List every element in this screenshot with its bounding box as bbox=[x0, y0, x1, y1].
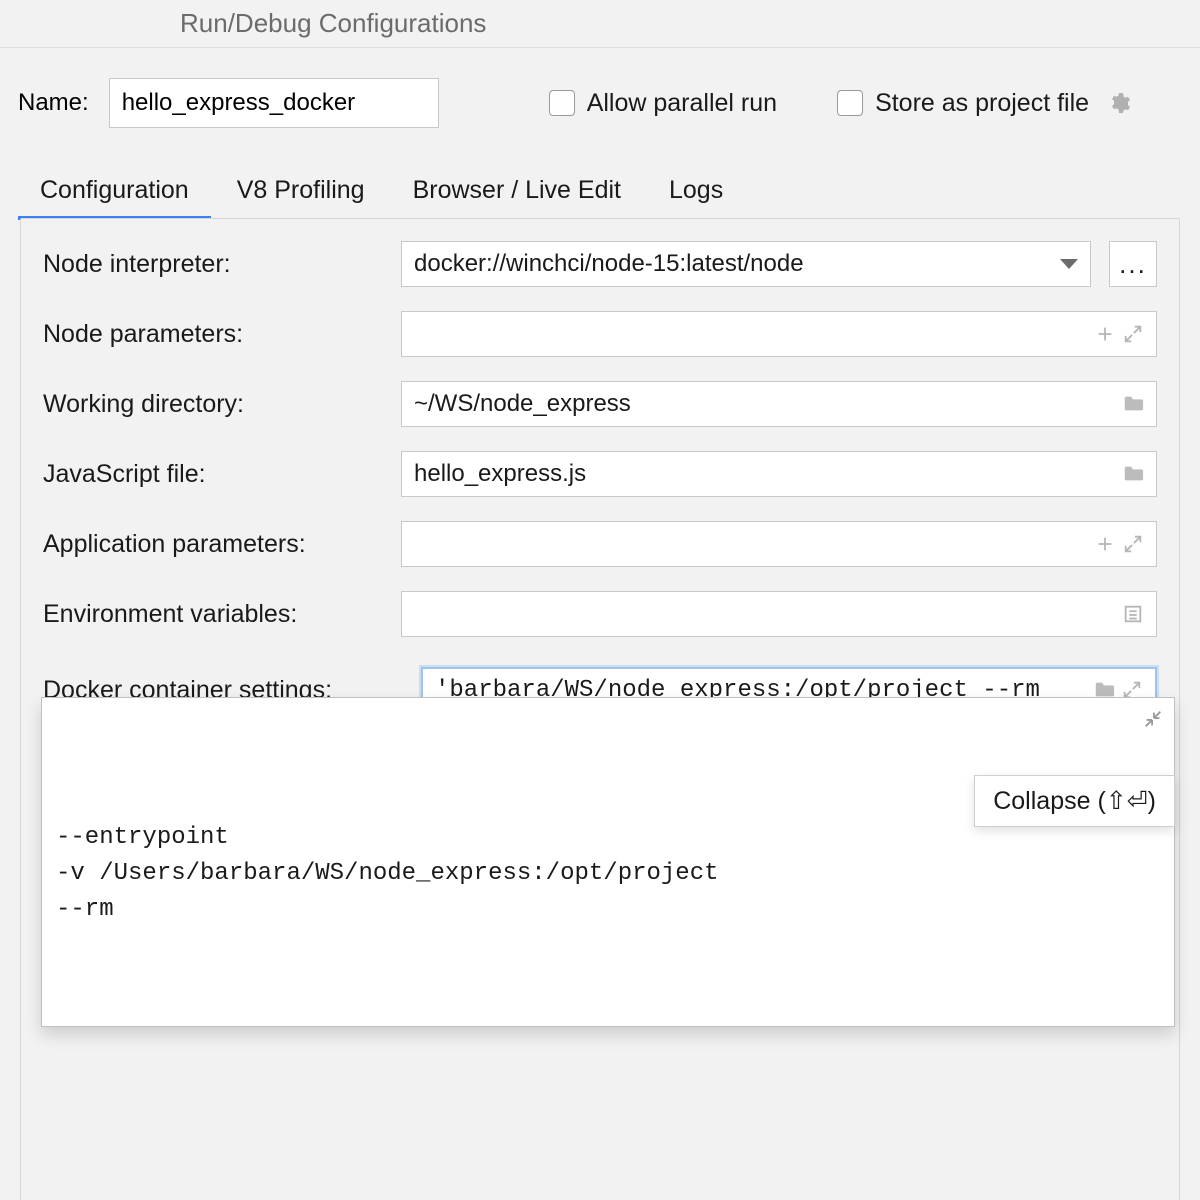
plus-icon[interactable] bbox=[1094, 533, 1116, 555]
working-directory-label: Working directory: bbox=[43, 390, 383, 419]
expand-icon[interactable] bbox=[1122, 533, 1144, 555]
folder-icon[interactable] bbox=[1122, 463, 1144, 485]
chevron-down-icon bbox=[1060, 259, 1078, 269]
plus-icon[interactable] bbox=[1094, 323, 1116, 345]
node-parameters-input[interactable] bbox=[401, 311, 1157, 357]
javascript-file-input[interactable]: hello_express.js bbox=[401, 451, 1157, 497]
allow-parallel-label: Allow parallel run bbox=[587, 89, 777, 118]
tab-configuration[interactable]: Configuration bbox=[40, 168, 189, 219]
working-directory-value: ~/WS/node_express bbox=[414, 390, 1116, 418]
store-as-project-checkbox-wrap[interactable]: Store as project file bbox=[837, 89, 1131, 118]
environment-variables-row: Environment variables: bbox=[43, 591, 1157, 637]
folder-icon[interactable] bbox=[1122, 393, 1144, 415]
tab-bar: Configuration V8 Profiling Browser / Liv… bbox=[20, 158, 1180, 219]
checkbox-icon[interactable] bbox=[549, 90, 575, 116]
collapse-tooltip-text: Collapse (⇧⏎) bbox=[993, 786, 1156, 816]
docker-settings-expanded-editor[interactable]: --entrypoint -v /Users/barbara/WS/node_e… bbox=[41, 697, 1175, 1027]
environment-variables-label: Environment variables: bbox=[43, 600, 383, 629]
expand-icon[interactable] bbox=[1122, 323, 1144, 345]
application-parameters-input[interactable] bbox=[401, 521, 1157, 567]
javascript-file-value: hello_express.js bbox=[414, 460, 1116, 488]
list-icon[interactable] bbox=[1122, 603, 1144, 625]
docker-settings-expanded-text[interactable]: --entrypoint -v /Users/barbara/WS/node_e… bbox=[56, 820, 1160, 928]
environment-variables-input[interactable] bbox=[401, 591, 1157, 637]
tab-logs[interactable]: Logs bbox=[669, 168, 723, 219]
tab-browser-live-edit[interactable]: Browser / Live Edit bbox=[413, 168, 621, 219]
collapse-tooltip: Collapse (⇧⏎) bbox=[974, 775, 1175, 827]
name-input[interactable] bbox=[109, 78, 439, 128]
javascript-file-row: JavaScript file: hello_express.js bbox=[43, 451, 1157, 497]
name-label: Name: bbox=[18, 89, 89, 117]
node-interpreter-value: docker://winchci/node-15:latest/node bbox=[414, 250, 1052, 278]
node-interpreter-browse-button[interactable]: ... bbox=[1109, 241, 1157, 287]
node-interpreter-label: Node interpreter: bbox=[43, 250, 383, 279]
node-parameters-row: Node parameters: bbox=[43, 311, 1157, 357]
working-directory-input[interactable]: ~/WS/node_express bbox=[401, 381, 1157, 427]
name-row: Name: Allow parallel run Store as projec… bbox=[0, 48, 1200, 158]
dialog-title: Run/Debug Configurations bbox=[0, 0, 1200, 48]
node-interpreter-row: Node interpreter: docker://winchci/node-… bbox=[43, 241, 1157, 287]
application-parameters-row: Application parameters: bbox=[43, 521, 1157, 567]
application-parameters-label: Application parameters: bbox=[43, 530, 383, 559]
allow-parallel-checkbox-wrap[interactable]: Allow parallel run bbox=[549, 89, 777, 118]
checkbox-icon[interactable] bbox=[837, 90, 863, 116]
configuration-panel: Node interpreter: docker://winchci/node-… bbox=[20, 218, 1180, 1200]
node-parameters-label: Node parameters: bbox=[43, 320, 383, 349]
tab-v8-profiling[interactable]: V8 Profiling bbox=[237, 168, 365, 219]
gear-icon[interactable] bbox=[1107, 91, 1131, 115]
collapse-icon[interactable] bbox=[1142, 708, 1164, 730]
javascript-file-label: JavaScript file: bbox=[43, 460, 383, 489]
working-directory-row: Working directory: ~/WS/node_express bbox=[43, 381, 1157, 427]
store-as-project-label: Store as project file bbox=[875, 89, 1089, 118]
node-interpreter-select[interactable]: docker://winchci/node-15:latest/node bbox=[401, 241, 1091, 287]
